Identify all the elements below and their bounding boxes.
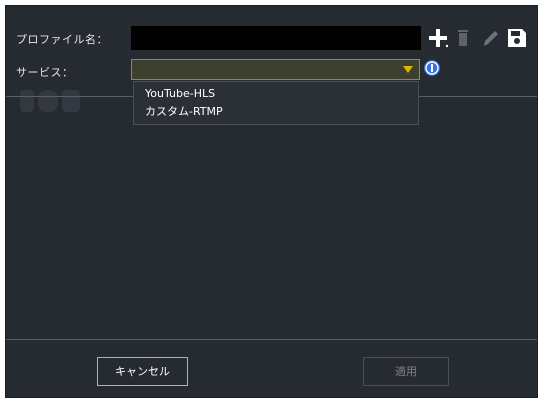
dropdown-option-youtube-hls[interactable]: YouTube-HLS xyxy=(134,85,418,103)
add-icon xyxy=(429,29,449,48)
save-icon xyxy=(508,29,526,47)
edit-icon xyxy=(484,31,498,46)
apply-button[interactable]: 適用 xyxy=(363,357,449,386)
divider xyxy=(6,339,537,340)
add-profile-button[interactable] xyxy=(427,27,449,49)
service-dropdown-list: YouTube-HLS カスタム-RTMP xyxy=(133,81,419,125)
delete-icon xyxy=(458,30,468,46)
watermark-graphic xyxy=(18,86,88,116)
service-select[interactable] xyxy=(131,59,420,80)
delete-profile-button[interactable] xyxy=(452,27,474,49)
profile-name-label: プロファイル名： xyxy=(16,33,108,46)
info-icon[interactable] xyxy=(423,59,441,77)
profile-name-input[interactable] xyxy=(131,26,421,50)
dropdown-option-custom-rtmp[interactable]: カスタム-RTMP xyxy=(134,103,418,121)
service-label: サービス： xyxy=(16,66,74,79)
edit-profile-button[interactable] xyxy=(480,27,502,49)
save-profile-button[interactable] xyxy=(506,27,528,49)
chevron-down-icon xyxy=(403,66,413,73)
stream-profile-dialog: プロファイル名： サービス： YouTube-HLS カスタム-RTMP キャン… xyxy=(5,5,538,398)
cancel-button[interactable]: キャンセル xyxy=(97,357,188,386)
